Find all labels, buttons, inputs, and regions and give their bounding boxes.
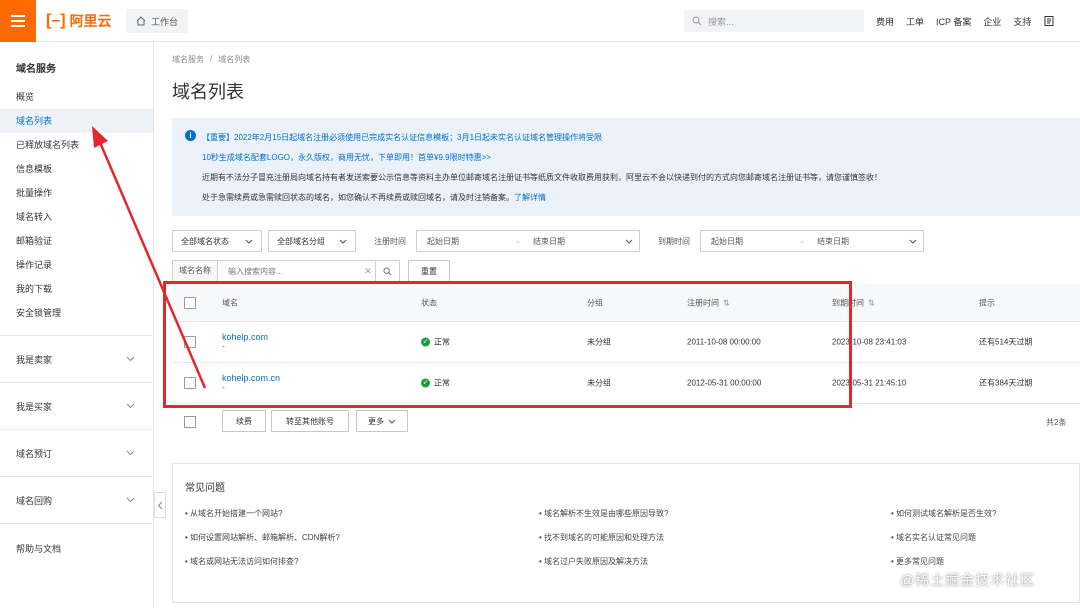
chevron-down-icon [126,403,135,409]
sidebar-divider [0,523,153,524]
chevron-down-icon [909,239,917,244]
nav-enterprise[interactable]: 企业 [983,15,1001,28]
total-count: 共2条 [1046,418,1067,427]
exp-time-label: 到期时间 [658,237,690,246]
clear-icon[interactable]: ✕ [361,266,375,277]
aliyun-logo-icon: [–] [46,12,66,29]
sidebar-group-reservation[interactable]: 域名预订 [0,429,153,476]
breadcrumb-separator: / [210,54,213,63]
domain-name-search: 域名名称 ✕ [172,260,400,282]
nav-support[interactable]: 支持 [1013,15,1031,28]
breadcrumb: 域名服务 / 域名列表 [172,54,250,65]
reg-end-date[interactable]: 结束日期 [523,236,619,247]
status-filter-select[interactable]: 全部域名状态 [172,230,262,252]
faq-link[interactable]: • 从域名开始搭建一个网站? [185,508,282,519]
breadcrumb-domain-list: 域名列表 [218,55,251,64]
search-icon [383,266,392,275]
nav-billing[interactable]: 费用 [876,15,894,28]
nav-ticket[interactable]: 工单 [906,15,924,28]
home-icon [136,16,146,26]
global-search[interactable]: 搜索... [684,10,864,32]
domain-name-label: 域名名称 [173,261,218,281]
exp-start-date[interactable]: 起始日期 [701,236,797,247]
reg-time-range[interactable]: 起始日期 - 结束日期 [416,230,640,252]
chevron-down-icon [126,497,135,503]
exp-time-range[interactable]: 起始日期 - 结束日期 [700,230,924,252]
sidebar-item-email-verify[interactable]: 邮箱验证 [0,229,153,253]
sidebar-group-buyback[interactable]: 域名回购 [0,476,153,523]
more-actions-dropdown[interactable]: 更多 [356,410,408,432]
sidebar-group-seller[interactable]: 我是卖家 [0,335,153,382]
annotation-highlight-box [163,281,852,408]
top-nav: 费用 工单 ICP 备案 企业 支持 [876,0,1055,42]
sidebar-item-security-lock[interactable]: 安全锁管理 [0,301,153,325]
sidebar-item-downloads[interactable]: 我的下载 [0,277,153,301]
hint-cell: 还有384天过期 [979,378,1033,388]
page-title: 域名列表 [172,82,244,102]
sidebar-title: 域名服务 [16,64,56,75]
sort-icon[interactable]: ⇅ [868,298,875,307]
faq-link[interactable]: • 更多常见问题 [891,556,944,567]
reg-start-date[interactable]: 起始日期 [417,236,513,247]
reset-button[interactable]: 重置 [408,260,450,282]
chevron-down-icon [339,239,347,244]
chevron-down-icon [625,239,633,244]
sidebar-group-buyer[interactable]: 我是买家 [0,382,153,429]
sidebar-item-operation-log[interactable]: 操作记录 [0,253,153,277]
sidebar-item-batch-ops[interactable]: 批量操作 [0,181,153,205]
faq-link[interactable]: • 域名过户失败原因及解决方法 [539,556,648,567]
notice-banner: i 【重要】2022年2月15日起域名注册必须使用已完成实名认证信息模板；3月1… [172,118,1080,216]
info-icon: i [185,130,196,141]
search-icon [692,16,702,26]
chevron-down-icon [126,450,135,456]
watermark: @稀土掘金技术社区 [900,572,1036,588]
menu-icon[interactable] [0,0,36,42]
faq-link[interactable]: • 域名实名认证常见问题 [891,532,976,543]
bulk-select-checkbox[interactable] [184,416,196,428]
faq-link[interactable]: • 如何设置网站解析、邮箱解析、CDN解析? [185,532,340,543]
sidebar-item-overview[interactable]: 概览 [0,85,153,109]
faq-link[interactable]: • 找不到域名的可能原因和处理方法 [539,532,664,543]
chevron-down-icon [388,419,396,424]
notice-fraud-warning: 近期有不法分子冒充注册局向域名持有者发送索要公示信息等资料主办单位邮寄域名注册证… [202,173,882,182]
chevron-down-icon [245,239,253,244]
group-filter-select[interactable]: 全部域名分组 [268,230,356,252]
aliyun-logo[interactable]: [–] 阿里云 [46,11,112,31]
sidebar-item-domain-transfer-in[interactable]: 域名转入 [0,205,153,229]
chevron-left-icon [157,501,163,509]
transfer-account-button[interactable]: 转至其他账号 [271,410,349,432]
sidebar-collapse-button[interactable] [154,492,166,518]
sidebar-menu: 概览 域名列表 已释放域名列表 信息模板 批量操作 域名转入 邮箱验证 操作记录… [0,85,153,325]
col-hint: 提示 [979,298,995,307]
sidebar-item-info-templates[interactable]: 信息模板 [0,157,153,181]
sidebar-item-domain-list[interactable]: 域名列表 [0,109,153,133]
reg-time-label: 注册时间 [374,237,406,246]
notice-renew-hint: 处于急需续费或急需赎回状态的域名，如您确认不再续费或赎回域名，请及时注销备案。了… [202,193,546,202]
faq-link[interactable]: • 如何测试域名解析是否生效? [891,508,996,519]
sidebar-item-released-domains[interactable]: 已释放域名列表 [0,133,153,157]
chevron-down-icon [126,356,135,362]
more-icon[interactable] [1043,15,1055,27]
top-bar: [–] 阿里云 工作台 搜索... 费用 工单 ICP 备案 企业 支持 [0,0,1080,42]
notice-logo-promo[interactable]: 10秒生成域名配套LOGO，永久版权，商用无忧，下单即用！首单¥9.9限时特惠>… [202,152,491,163]
range-separator: - [800,236,804,246]
workbench-button[interactable]: 工作台 [126,9,189,33]
exp-end-date[interactable]: 结束日期 [807,236,903,247]
faq-link[interactable]: • 域名或网站无法访问如何排查? [185,556,298,567]
sidebar: 域名服务 概览 域名列表 已释放域名列表 信息模板 批量操作 域名转入 邮箱验证… [0,42,154,608]
notice-important[interactable]: 【重要】2022年2月15日起域名注册必须使用已完成实名认证信息模板；3月1日起… [202,132,602,143]
search-button[interactable] [375,261,399,281]
breadcrumb-domain-service[interactable]: 域名服务 [172,54,204,65]
renew-button[interactable]: 续费 [222,410,266,432]
range-separator: - [516,236,520,246]
hint-cell: 还有514天过期 [979,337,1033,347]
nav-icp[interactable]: ICP 备案 [936,15,971,28]
domain-search-input[interactable] [218,266,361,276]
notice-learn-more-link[interactable]: 了解详情 [514,193,546,202]
faq-link[interactable]: • 域名解析不生效是由哪些原因导致? [539,508,668,519]
faq-title: 常见问题 [185,483,225,494]
sidebar-help-docs[interactable]: 帮助与文档 [16,542,61,555]
